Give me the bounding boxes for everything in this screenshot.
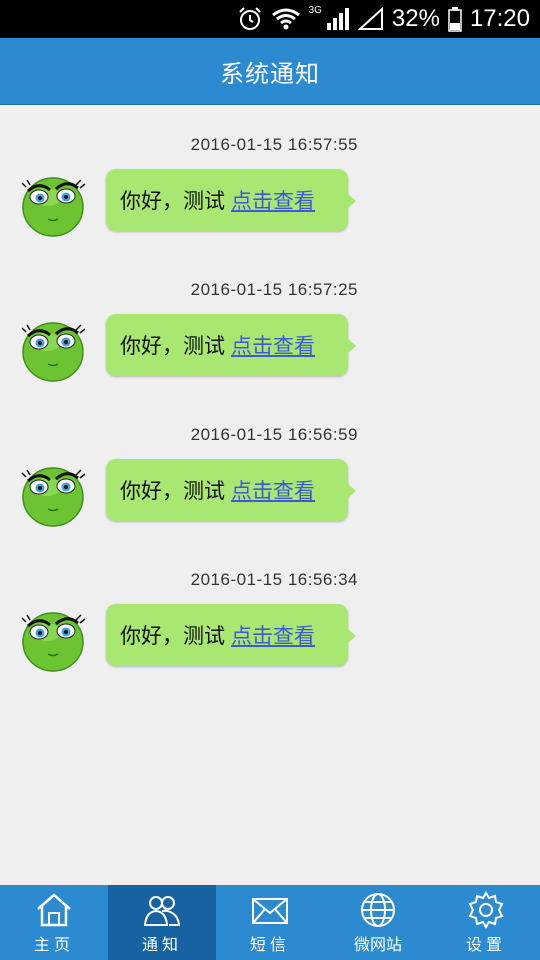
envelope-icon — [252, 898, 288, 924]
message-bubble: 你好，测试 点击查看 — [106, 604, 356, 666]
message-text: 你好，测试 — [120, 189, 225, 213]
view-link[interactable]: 点击查看 — [231, 185, 315, 215]
status-bar: 3G 32% 17:20 — [0, 0, 540, 38]
avatar — [21, 177, 86, 237]
alarm-icon — [238, 7, 261, 30]
tab-sms[interactable]: 短信 — [216, 885, 324, 960]
message-time: 2016-01-15 16:56:34 — [190, 570, 358, 589]
home-icon — [37, 893, 71, 927]
view-link[interactable]: 点击查看 — [231, 330, 315, 360]
tab-notifications[interactable]: 通知 — [108, 885, 216, 960]
page-title: 系统通知 — [220, 59, 320, 88]
message-item: 2016-01-15 16:56:59 你好，测试 点击查看 — [0, 425, 540, 555]
battery-icon — [448, 7, 462, 32]
battery-percent: 32% — [391, 5, 440, 32]
avatar — [21, 322, 86, 382]
message-time: 2016-01-15 16:57:25 — [190, 280, 358, 299]
signal-empty-icon — [357, 7, 383, 30]
message-item: 2016-01-15 16:57:25 你好，测试 点击查看 — [0, 280, 540, 410]
tab-label: 主页 — [33, 935, 74, 954]
people-icon — [143, 896, 181, 926]
message-text: 你好，测试 — [120, 334, 225, 358]
view-link[interactable]: 点击查看 — [231, 475, 315, 505]
cell-signal-icon — [326, 8, 349, 30]
clock: 17:20 — [469, 5, 530, 32]
tab-label: 设置 — [465, 935, 506, 954]
message-bubble: 你好，测试 点击查看 — [106, 459, 356, 521]
tab-home[interactable]: 主页 — [0, 885, 108, 960]
tab-label: 短信 — [249, 935, 290, 954]
message-text: 你好，测试 — [120, 624, 225, 648]
message-item: 2016-01-15 16:57:55 你好，测试 点击查看 — [0, 135, 540, 265]
gear-icon — [468, 891, 504, 929]
tab-microsite[interactable]: 微网站 — [324, 885, 432, 960]
message-item: 2016-01-15 16:56:34 你好，测试 点击查看 — [0, 570, 540, 700]
tab-settings[interactable]: 设置 — [432, 885, 540, 960]
network-type: 3G — [308, 5, 322, 16]
avatar — [21, 467, 86, 527]
message-list: 2016-01-15 16:57:55 你好，测试 点击查看 2016-01-1… — [0, 105, 540, 885]
globe-icon — [361, 893, 395, 927]
tab-label: 微网站 — [353, 935, 402, 954]
wifi-icon — [271, 8, 300, 30]
avatar — [21, 612, 86, 672]
message-text: 你好，测试 — [120, 479, 225, 503]
message-bubble: 你好，测试 点击查看 — [106, 314, 356, 376]
bottom-tab-bar: 主页 通知 短信 微网站 设置 — [0, 885, 540, 960]
message-time: 2016-01-15 16:56:59 — [190, 425, 358, 444]
message-time: 2016-01-15 16:57:55 — [190, 135, 358, 154]
view-link[interactable]: 点击查看 — [231, 620, 315, 650]
message-bubble: 你好，测试 点击查看 — [106, 169, 356, 231]
app-header: 系统通知 — [0, 38, 540, 105]
tab-label: 通知 — [141, 935, 182, 954]
